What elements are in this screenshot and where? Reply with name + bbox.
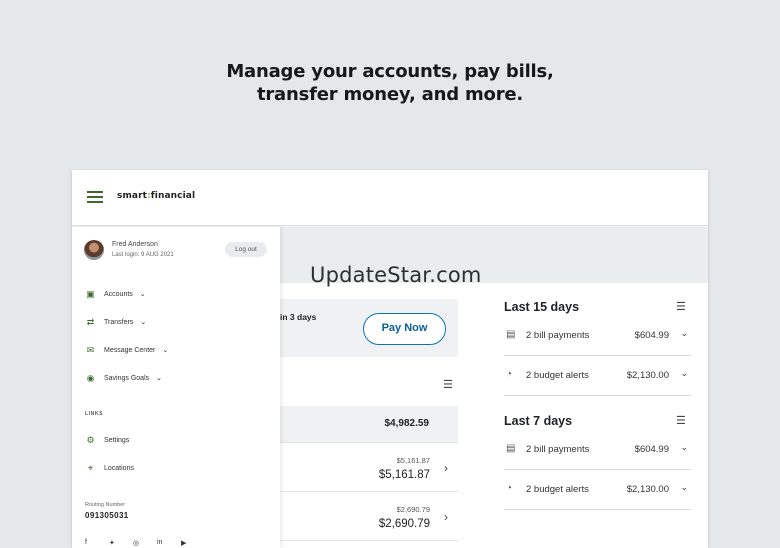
notice-text: in 3 days <box>280 312 317 322</box>
transfer-icon: ⇄ <box>86 316 95 327</box>
summary-row-bills[interactable]: ▤ 2 bill payments $604.99 ⌄ <box>504 430 691 470</box>
nav-drawer: Fred Anderson Last login: 9 AUG 2021 Log… <box>72 227 280 548</box>
summary-filter-icon[interactable]: ☰ <box>676 414 686 427</box>
wallet-icon: ▣ <box>86 288 95 299</box>
avatar <box>84 240 104 260</box>
chevron-right-icon[interactable]: › <box>444 461 448 475</box>
link-locations[interactable]: ⌖ Locations <box>85 461 134 475</box>
link-label: Settings <box>104 436 130 444</box>
nav-label: Message Center <box>104 346 156 354</box>
nav-label: Savings Goals <box>104 374 150 382</box>
summary-value: $2,130.00 <box>626 370 669 381</box>
summary-value: $604.99 <box>634 330 669 341</box>
nav-label: Transfers <box>104 318 134 326</box>
linkedin-icon[interactable]: in <box>157 539 162 546</box>
headline-line-1: Manage your accounts, pay bills, <box>226 61 554 82</box>
accounts-total-amount: $4,982.59 <box>384 418 430 429</box>
headline: Manage your accounts, pay bills, transfe… <box>0 60 780 106</box>
nav-item-message-center[interactable]: ✉ Message Center ⌄ <box>85 343 169 357</box>
watermark: UpdateStar.com <box>310 263 482 287</box>
pie-chart-icon: ◔ <box>506 369 513 380</box>
account-available: $2,690.79 <box>396 505 430 514</box>
account-row[interactable]: $5,161.87 $5,161.87 › <box>280 443 458 492</box>
chevron-down-icon[interactable]: ⌄ <box>680 442 688 453</box>
bill-icon: ▤ <box>506 329 516 340</box>
chevron-right-icon[interactable]: › <box>444 510 448 524</box>
instagram-icon[interactable]: ◎ <box>133 539 139 547</box>
user-name: Fred Anderson <box>112 241 158 248</box>
nav-label: Accounts <box>104 290 133 298</box>
chevron-down-icon: ⌄ <box>140 319 147 326</box>
accounts-filter-icon[interactable]: ☰ <box>443 378 453 391</box>
pay-now-button[interactable]: Pay Now <box>363 313 446 345</box>
accounts-total-row: $4,982.59 <box>280 406 458 443</box>
last-login: Last login: 9 AUG 2021 <box>112 252 174 258</box>
summary-label: 2 bill payments <box>526 330 590 341</box>
chevron-down-icon: ⌄ <box>139 291 146 298</box>
gear-icon: ⚙ <box>86 434 95 445</box>
summary-title-15-days: Last 15 days <box>504 300 580 314</box>
nav-item-accounts[interactable]: ▣ Accounts ⌄ <box>85 287 146 301</box>
link-label: Locations <box>104 464 134 472</box>
piggy-bank-icon: ◉ <box>86 372 95 383</box>
link-settings[interactable]: ⚙ Settings <box>85 433 129 447</box>
nav-item-savings-goals[interactable]: ◉ Savings Goals ⌄ <box>85 371 162 385</box>
summary-value: $604.99 <box>634 444 669 455</box>
headline-line-2: transfer money, and more. <box>256 84 524 105</box>
app-window: smart:financial in 3 days Pay Now ☰ $4,9… <box>72 170 708 548</box>
twitter-icon[interactable]: ✦ <box>109 539 115 547</box>
chevron-down-icon: ⌄ <box>162 347 169 354</box>
account-balance: $2,690.79 <box>378 518 430 530</box>
summary-label: 2 budget alerts <box>526 484 589 495</box>
brand-logo: smart:financial <box>117 191 196 201</box>
bill-due-notice: in 3 days Pay Now <box>280 299 458 357</box>
bill-icon: ▤ <box>506 443 516 454</box>
links-heading: LINKS <box>85 411 103 417</box>
chevron-down-icon[interactable]: ⌄ <box>680 482 688 493</box>
routing-label: Routing Number <box>85 502 126 508</box>
summary-label: 2 budget alerts <box>526 370 589 381</box>
top-bar: smart:financial <box>72 170 708 226</box>
summary-label: 2 bill payments <box>526 444 590 455</box>
chevron-down-icon[interactable]: ⌄ <box>680 368 688 379</box>
logout-button[interactable]: Log out <box>225 242 267 257</box>
summary-row-budget[interactable]: ◔ 2 budget alerts $2,130.00 ⌄ <box>504 470 691 510</box>
routing-number: 091305031 <box>85 511 129 520</box>
chevron-down-icon: ⌄ <box>156 375 163 382</box>
hamburger-menu-icon[interactable] <box>87 191 103 203</box>
location-pin-icon: ⌖ <box>87 462 94 473</box>
mail-icon: ✉ <box>86 344 95 355</box>
account-available: $5,161.87 <box>396 456 430 465</box>
summary-row-bills[interactable]: ▤ 2 bill payments $604.99 ⌄ <box>504 316 691 356</box>
summary-row-budget[interactable]: ◔ 2 budget alerts $2,130.00 ⌄ <box>504 356 691 396</box>
nav-item-transfers[interactable]: ⇄ Transfers ⌄ <box>85 315 146 329</box>
account-row[interactable]: $2,690.79 $2,690.79 › <box>280 492 458 541</box>
account-balance: $5,161.87 <box>378 469 430 481</box>
pie-chart-icon: ◔ <box>506 483 513 494</box>
youtube-icon[interactable]: ▶ <box>181 539 186 547</box>
summary-filter-icon[interactable]: ☰ <box>676 300 686 313</box>
facebook-icon[interactable]: f <box>85 539 87 546</box>
chevron-down-icon[interactable]: ⌄ <box>680 328 688 339</box>
summary-value: $2,130.00 <box>626 484 669 495</box>
summary-title-7-days: Last 7 days <box>504 414 573 428</box>
